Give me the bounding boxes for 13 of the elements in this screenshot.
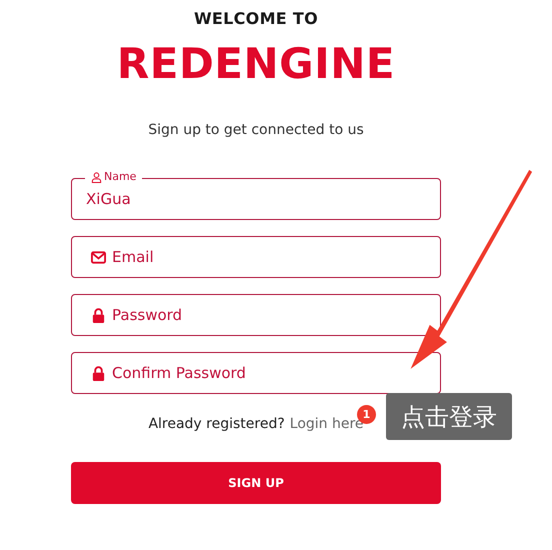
sign-up-button[interactable]: SIGN UP bbox=[71, 462, 441, 504]
brand-title: REDENGINE bbox=[116, 40, 396, 88]
login-prompt-text: Already registered? bbox=[148, 416, 285, 432]
password-field[interactable]: Password bbox=[71, 294, 441, 336]
email-field[interactable]: Email bbox=[71, 236, 441, 278]
lock-icon bbox=[91, 366, 106, 381]
password-field[interactable]: Confirm Password bbox=[71, 352, 441, 394]
person-icon bbox=[91, 172, 102, 182]
subtitle: Sign up to get connected to us bbox=[148, 122, 364, 138]
welcome-heading: WELCOME TO bbox=[194, 9, 318, 28]
envelope-icon bbox=[91, 250, 106, 265]
lock-icon bbox=[91, 308, 106, 323]
tooltip: 点击登录 bbox=[386, 393, 512, 440]
